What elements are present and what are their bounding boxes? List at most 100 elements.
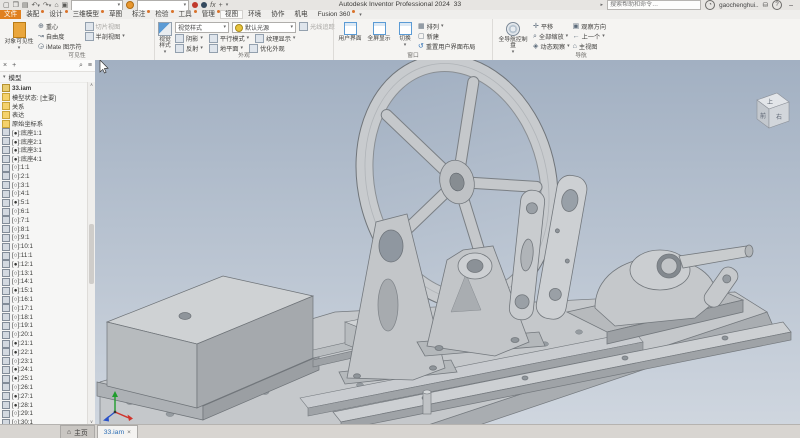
browser-close-icon[interactable]: × bbox=[3, 62, 7, 69]
tree-item[interactable]: [○]:17:1 bbox=[2, 304, 87, 313]
tree-item[interactable]: [●]:27:1 bbox=[2, 392, 87, 401]
tab-管理[interactable]: 管理 bbox=[197, 10, 220, 19]
tree-item[interactable]: [○]:20:1 bbox=[2, 330, 87, 339]
reset-ui-button[interactable]: ↺ 重置用户界面布局 bbox=[418, 42, 475, 51]
document-tab-33iam[interactable]: 33.iam × bbox=[97, 425, 138, 438]
tab-检验[interactable]: 检验 bbox=[150, 10, 173, 19]
tree-item[interactable]: [●]:28:1 bbox=[2, 401, 87, 410]
visual-style-button[interactable]: 视觉样式 ▾ bbox=[158, 20, 172, 52]
browser-title[interactable]: ▾ 模型 bbox=[0, 72, 95, 83]
tree-item[interactable]: 关系 bbox=[2, 102, 87, 111]
tree-item[interactable]: 原始坐标系 bbox=[2, 119, 87, 128]
user-name[interactable]: gaochenghui.. bbox=[719, 2, 759, 9]
undo-icon[interactable]: ↶▾ bbox=[32, 1, 40, 10]
tab-三维模型[interactable]: 三维模型 bbox=[68, 10, 104, 19]
tree-item[interactable]: [●]:底座2:1 bbox=[2, 137, 87, 146]
tree-item[interactable]: [○]:7:1 bbox=[2, 216, 87, 225]
tree-item[interactable]: 模型状态: [主要] bbox=[2, 93, 87, 102]
tree-item[interactable]: [○]:4:1 bbox=[2, 190, 87, 199]
clipboard-icon[interactable]: ▣ bbox=[62, 1, 69, 10]
browser-scrollbar[interactable]: ∧ ∨ bbox=[87, 82, 95, 425]
tree-item[interactable]: [○]:26:1 bbox=[2, 383, 87, 392]
tree-item[interactable]: [●]:25:1 bbox=[2, 374, 87, 383]
scrollbar-thumb[interactable] bbox=[89, 224, 94, 284]
tree-item[interactable]: [●]:底座1:1 bbox=[2, 128, 87, 137]
tree-item[interactable]: 33.iam bbox=[2, 84, 87, 93]
parameters-fx-icon[interactable]: fx bbox=[210, 1, 215, 10]
user-avatar-icon[interactable]: ◔ bbox=[705, 0, 715, 10]
tab-协作[interactable]: 协作 bbox=[266, 10, 289, 19]
tab-视图[interactable]: 视图 bbox=[220, 10, 243, 19]
add-icon[interactable]: + bbox=[219, 1, 223, 10]
browser-add-icon[interactable]: + bbox=[12, 62, 16, 69]
switch-windows-button[interactable]: 切换 ▾ bbox=[395, 20, 415, 52]
measure-icon[interactable] bbox=[192, 2, 198, 8]
textures-button[interactable]: 纹理显示 ▾ bbox=[255, 34, 295, 43]
visual-style-combo[interactable]: 视觉样式▾ bbox=[175, 22, 229, 33]
search-input[interactable] bbox=[608, 1, 700, 10]
tree-item[interactable]: [○]:14:1 bbox=[2, 278, 87, 287]
section-icon[interactable] bbox=[201, 2, 207, 8]
pan-button[interactable]: ✛ 平移 bbox=[533, 22, 570, 31]
view-cube[interactable]: 上 前 右 bbox=[757, 93, 789, 128]
close-tab-icon[interactable]: × bbox=[127, 429, 131, 436]
tree-item[interactable]: [●]:底座3:1 bbox=[2, 146, 87, 155]
tree-item[interactable]: [●]:12:1 bbox=[2, 260, 87, 269]
navigation-wheel-button[interactable]: 全导航控制盘 ▾ bbox=[496, 20, 530, 52]
tree-item[interactable]: [○]:9:1 bbox=[2, 234, 87, 243]
tab-工具[interactable]: 工具 bbox=[174, 10, 197, 19]
3d-viewport[interactable]: 上 前 右 bbox=[95, 60, 800, 425]
tree-item[interactable]: [○]:6:1 bbox=[2, 207, 87, 216]
redo-icon[interactable]: ↷▾ bbox=[43, 1, 51, 10]
orthographic-button[interactable]: 平行模式 ▾ bbox=[209, 34, 249, 43]
tree-item[interactable]: [○]:16:1 bbox=[2, 295, 87, 304]
tab-装配[interactable]: 装配 bbox=[21, 10, 44, 19]
tab-草图[interactable]: 草图 bbox=[104, 10, 127, 19]
user-interface-button[interactable]: 用户界面 bbox=[337, 20, 363, 52]
imate-glyph-button[interactable]: ◶ iMate 图示符 bbox=[38, 42, 82, 51]
object-visibility-button[interactable]: 对象可见性 ▾ bbox=[3, 20, 35, 52]
tree-item[interactable]: [●]:22:1 bbox=[2, 348, 87, 357]
tree-item[interactable]: [○]:29:1 bbox=[2, 409, 87, 418]
home-view-button[interactable]: ⌂ 主视图 bbox=[573, 42, 606, 51]
scroll-up-icon[interactable]: ∧ bbox=[90, 82, 93, 88]
tab-环境[interactable]: 环境 bbox=[243, 10, 266, 19]
tree-item[interactable]: [●]:底座4:1 bbox=[2, 154, 87, 163]
material-combo[interactable]: ▾ bbox=[71, 0, 123, 11]
browser-search-icon[interactable]: ⌕ bbox=[79, 62, 83, 70]
tree-item[interactable]: [○]:10:1 bbox=[2, 242, 87, 251]
tab-机电[interactable]: 机电 bbox=[289, 10, 312, 19]
new-file-icon[interactable]: ▢ bbox=[3, 1, 10, 10]
tree-item[interactable]: [○]:11:1 bbox=[2, 251, 87, 260]
look-at-button[interactable]: ▣ 观察方向 bbox=[573, 22, 606, 31]
tab-Fusion 360[interactable]: Fusion 360 bbox=[313, 10, 356, 19]
pin-cylinder[interactable] bbox=[423, 390, 431, 414]
shadows-button[interactable]: 阴影 ▾ bbox=[175, 34, 203, 43]
tree-item[interactable]: [○]:2:1 bbox=[2, 172, 87, 181]
home-tab[interactable]: ⌂ 主页 bbox=[60, 425, 95, 438]
ribbon-collapse-icon[interactable]: ▾ bbox=[355, 12, 366, 18]
tree-item[interactable]: [○]:18:1 bbox=[2, 313, 87, 322]
minimize-button[interactable]: – bbox=[786, 2, 796, 9]
tree-item[interactable]: [●]:5:1 bbox=[2, 198, 87, 207]
home-icon[interactable]: ⌂ bbox=[54, 1, 58, 10]
tab-文件[interactable]: 文件 bbox=[0, 10, 21, 19]
previous-view-button[interactable]: ← 上一个 ▾ bbox=[573, 32, 606, 41]
cart-icon[interactable]: ⛁ bbox=[763, 1, 768, 9]
tree-item[interactable]: [○]:3:1 bbox=[2, 181, 87, 190]
appearance-combo[interactable]: ▾ bbox=[137, 0, 189, 11]
arrange-button[interactable]: ▦ 排列 ▾ bbox=[418, 22, 475, 31]
zoom-all-button[interactable]: ⌕ 全部缩放 ▾ bbox=[533, 32, 570, 41]
center-of-gravity-button[interactable]: ⊕ 重心 bbox=[38, 22, 82, 31]
lighting-combo[interactable]: 默认光源▾ bbox=[232, 22, 296, 33]
tree-item[interactable]: [●]:24:1 bbox=[2, 366, 87, 375]
tree-item[interactable]: [○]:8:1 bbox=[2, 225, 87, 234]
tree-item[interactable]: [●]:21:1 bbox=[2, 339, 87, 348]
half-section-button[interactable]: 半剖视图 ▾ bbox=[85, 32, 125, 41]
new-window-button[interactable]: ▢ 新建 bbox=[418, 32, 475, 41]
tree-item[interactable]: [○]:1:1 bbox=[2, 163, 87, 172]
ray-tracing-button[interactable]: 光线追踪 bbox=[299, 22, 335, 31]
orbit-button[interactable]: ◈ 动态观察 ▾ bbox=[533, 42, 570, 51]
search-expand-icon[interactable]: ▸ bbox=[601, 3, 604, 8]
tree-item[interactable]: [○]:13:1 bbox=[2, 269, 87, 278]
